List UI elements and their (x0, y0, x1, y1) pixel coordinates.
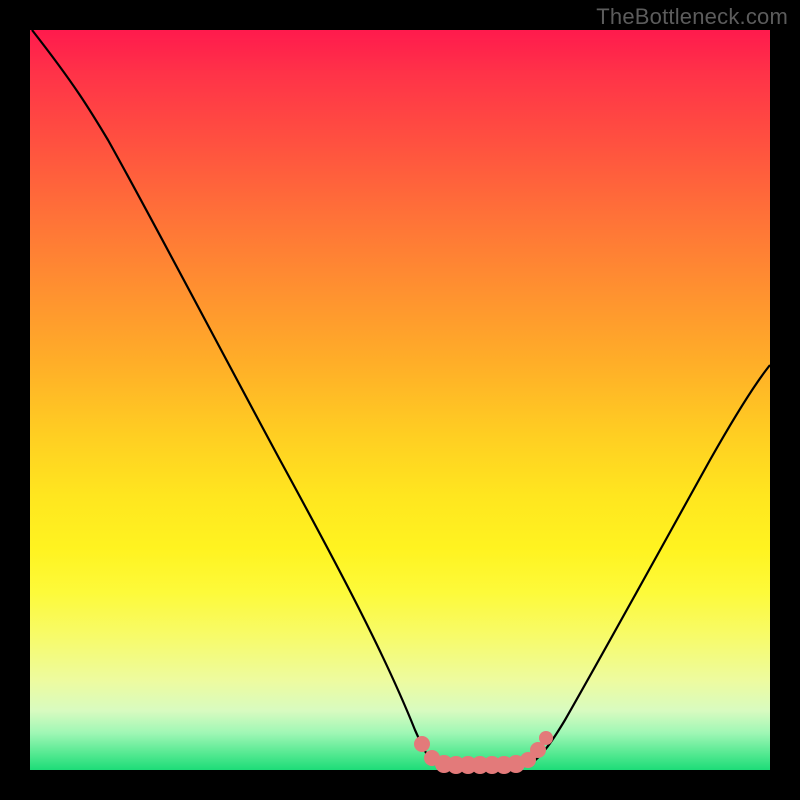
curve-right-branch (530, 365, 770, 764)
curve-left-branch (32, 30, 434, 764)
optimal-region-markers (414, 731, 553, 774)
curve-overlay (30, 30, 770, 770)
chart-frame: TheBottleneck.com (0, 0, 800, 800)
watermark-text: TheBottleneck.com (596, 4, 788, 30)
